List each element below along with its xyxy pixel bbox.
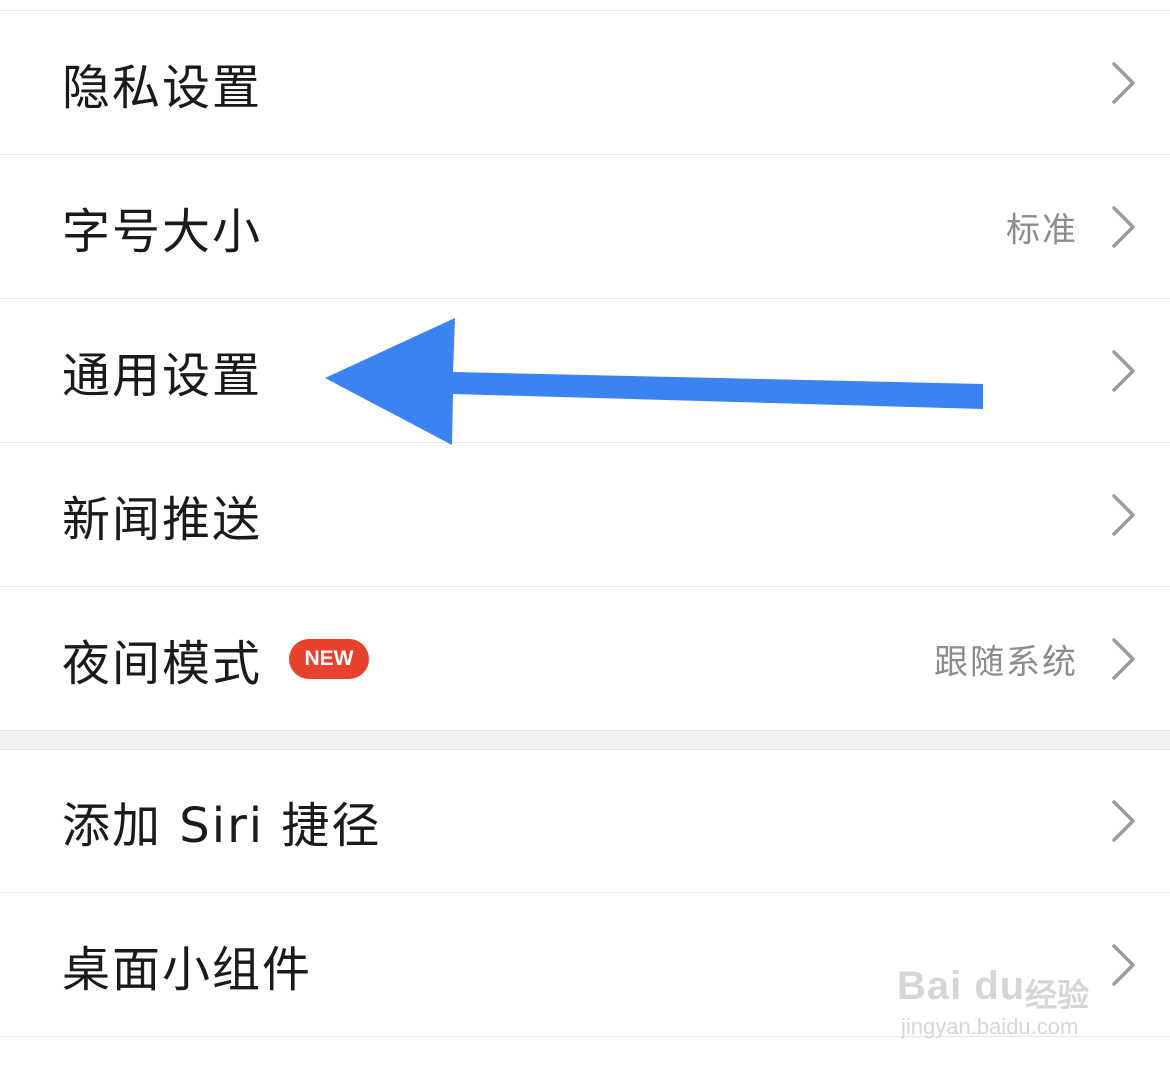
settings-row-general[interactable]: 通用设置	[0, 299, 1170, 443]
settings-row-font-size[interactable]: 字号大小 标准	[0, 155, 1170, 299]
settings-row-value: 跟随系统	[934, 642, 1078, 682]
watermark-sub: 经验	[1025, 977, 1090, 1013]
chevron-right-icon	[1112, 61, 1135, 104]
settings-page: 隐私设置 字号大小 标准 通用设置 新闻推送 夜间模式 NEW 跟随系统 添加 …	[0, 0, 1170, 1069]
settings-row-news-push[interactable]: 新闻推送	[0, 443, 1170, 587]
new-badge: NEW	[289, 638, 369, 679]
settings-row-siri-shortcut[interactable]: 添加 Siri 捷径	[0, 749, 1170, 893]
settings-row-label: 隐私设置	[62, 59, 263, 116]
settings-row-label: 通用设置	[62, 347, 263, 404]
watermark: Bai du 经验 jingyan.baidu.com	[895, 942, 1110, 1042]
chevron-right-icon	[1112, 800, 1135, 842]
settings-row-label: 字号大小	[62, 203, 263, 260]
chevron-right-icon	[1112, 943, 1135, 986]
chevron-right-icon	[1112, 493, 1135, 536]
settings-row-label: 桌面小组件	[62, 941, 313, 998]
settings-row-night-mode[interactable]: 夜间模式 NEW 跟随系统	[0, 587, 1170, 731]
settings-row-label: 添加 Siri 捷径	[62, 798, 382, 854]
chevron-right-icon	[1112, 349, 1135, 392]
settings-row-label: 新闻推送	[62, 491, 263, 548]
watermark-brand: Bai du	[897, 964, 1026, 1008]
chevron-right-icon	[1112, 205, 1135, 248]
chevron-right-icon	[1112, 637, 1135, 680]
settings-row-value: 标准	[1006, 210, 1078, 250]
settings-row-privacy[interactable]: 隐私设置	[0, 11, 1170, 155]
watermark-url: jingyan.baidu.com	[901, 1014, 1079, 1039]
section-separator	[0, 731, 1170, 749]
settings-row-label: 夜间模式	[62, 635, 263, 692]
